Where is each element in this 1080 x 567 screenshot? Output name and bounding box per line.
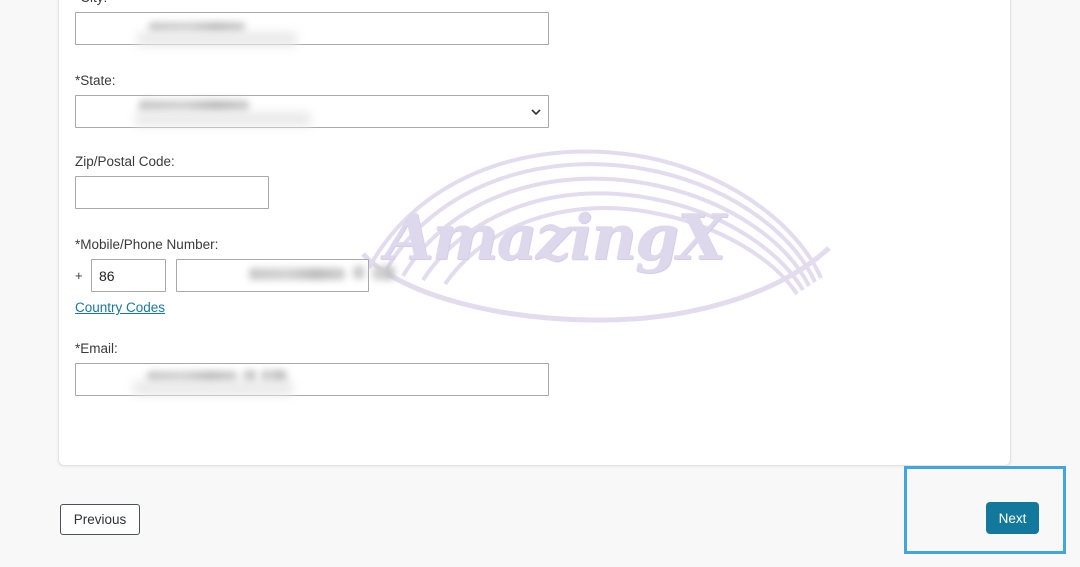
field-group-phone: *Mobile/Phone Number: + Country Codes bbox=[75, 237, 369, 317]
swoosh-arc-icon bbox=[361, 149, 831, 323]
country-code-input[interactable] bbox=[91, 259, 166, 292]
email-label: *Email: bbox=[75, 341, 118, 356]
screen-root: AmazingX *City: *State: bbox=[0, 0, 1080, 567]
field-group-email: *Email: bbox=[75, 341, 549, 396]
state-select[interactable] bbox=[75, 95, 549, 128]
city-label: *City: bbox=[75, 0, 549, 6]
next-button-highlight bbox=[904, 466, 1066, 554]
field-group-state: *State: bbox=[75, 73, 549, 128]
next-button[interactable]: Next bbox=[986, 502, 1039, 534]
watermark-text: AmazingX bbox=[385, 200, 726, 274]
form-card: AmazingX *City: *State: bbox=[58, 0, 1011, 466]
email-input[interactable] bbox=[75, 363, 549, 396]
zip-label: Zip/Postal Code: bbox=[75, 154, 175, 169]
phone-plus-symbol: + bbox=[75, 268, 83, 283]
previous-button[interactable]: Previous bbox=[60, 504, 140, 535]
zip-input[interactable] bbox=[75, 176, 269, 209]
phone-row: + bbox=[75, 259, 369, 292]
field-group-zip: Zip/Postal Code: bbox=[75, 154, 269, 209]
field-group-city: *City: bbox=[75, 0, 549, 45]
phone-label: *Mobile/Phone Number: bbox=[75, 237, 219, 252]
state-select-wrap[interactable] bbox=[75, 95, 549, 128]
phone-value-redaction-3 bbox=[373, 266, 395, 280]
state-label: *State: bbox=[75, 73, 116, 88]
city-input[interactable] bbox=[75, 12, 549, 45]
country-codes-link[interactable]: Country Codes bbox=[75, 300, 165, 315]
amazingx-watermark: AmazingX bbox=[359, 138, 839, 338]
phone-number-input[interactable] bbox=[176, 259, 369, 292]
